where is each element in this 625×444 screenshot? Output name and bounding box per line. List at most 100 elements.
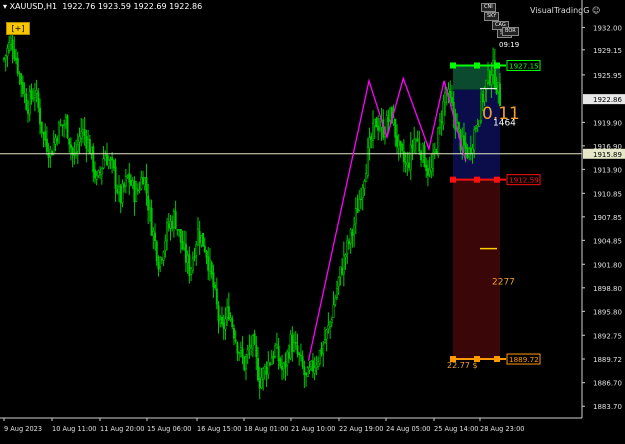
candle-body	[90, 146, 93, 155]
candle-body	[306, 367, 309, 377]
time-tick-label: 24 Aug 05:00	[386, 425, 430, 433]
candle-body	[167, 223, 170, 229]
candle-body	[389, 107, 392, 121]
candle-body	[433, 149, 436, 153]
candle-body	[136, 189, 139, 192]
entry-handle	[450, 176, 456, 183]
time-tick-label: 25 Aug 14:00	[434, 425, 478, 433]
candle-body	[322, 344, 325, 354]
candle-body	[33, 94, 36, 98]
candle-body	[143, 177, 146, 187]
candle-body	[104, 155, 107, 161]
take-profit-handle	[450, 62, 456, 69]
candle-body	[294, 341, 297, 345]
candle-body	[244, 356, 247, 370]
candle-body	[171, 221, 174, 229]
candle-body	[344, 254, 347, 258]
candle-body	[317, 361, 320, 367]
candle-body	[263, 366, 266, 372]
candle-body	[423, 145, 426, 168]
candle-body	[217, 305, 220, 321]
candle-body	[301, 356, 304, 368]
candle-body	[200, 235, 203, 246]
candle-body	[318, 350, 321, 364]
candle-body	[354, 208, 357, 224]
panel-button-1[interactable]: CNI	[481, 3, 496, 12]
chart-canvas[interactable]: 0.111927.151912.591889.721464227722.77 $…	[0, 0, 625, 440]
candle-body	[356, 208, 359, 213]
candle-body	[281, 365, 284, 370]
candle-body	[471, 148, 474, 154]
price-tick-label: 1919.90	[593, 119, 622, 127]
candle-body	[25, 94, 28, 110]
candle-body	[8, 42, 11, 51]
candle-body	[474, 127, 477, 129]
candle-body	[353, 224, 356, 235]
candle-body	[112, 160, 115, 169]
candle-body	[56, 138, 59, 142]
candle-body	[274, 345, 277, 357]
candle-body	[447, 88, 450, 94]
candle-body	[378, 128, 381, 130]
panel-button-2[interactable]: SKY	[484, 12, 500, 21]
candle-body	[214, 284, 217, 289]
candle-body	[123, 183, 126, 188]
candle-body	[232, 328, 235, 339]
candle-body	[44, 131, 47, 141]
candle-body	[305, 372, 308, 376]
candle-body	[498, 83, 501, 106]
expand-panel-button[interactable]: [+]	[6, 22, 30, 35]
price-tick-label: 1901.80	[593, 261, 622, 269]
candle-body	[366, 146, 369, 177]
price-tick-label: 1925.95	[593, 72, 622, 80]
candle-body	[464, 142, 467, 149]
panel-button-5[interactable]: BOR	[502, 27, 519, 36]
smiley-icon: ☺	[591, 6, 601, 15]
candle-body	[411, 144, 414, 149]
candle-body	[462, 135, 465, 145]
brand-label: VisualTradingG ☺	[530, 6, 600, 15]
candle-body	[68, 138, 71, 145]
candle-body	[284, 361, 287, 368]
candle-body	[425, 164, 428, 171]
candle-body	[15, 58, 18, 61]
candle-body	[368, 137, 371, 149]
candle-body	[438, 119, 441, 128]
price-tick-label: 1898.80	[593, 285, 622, 293]
candle-body	[349, 229, 352, 244]
candle-body	[166, 222, 169, 241]
candle-body	[162, 251, 165, 261]
candle-body	[488, 71, 491, 84]
candle-body	[490, 75, 493, 85]
candle-body	[409, 144, 412, 170]
candle-body	[440, 121, 443, 123]
candle-body	[246, 349, 249, 356]
candle-body	[430, 167, 433, 172]
candle-body	[88, 139, 91, 155]
candle-body	[497, 82, 500, 93]
candle-body	[124, 176, 127, 187]
candle-body	[299, 354, 302, 357]
candle-body	[361, 187, 364, 198]
candle-body	[392, 117, 395, 125]
candle-body	[418, 142, 421, 152]
candle-body	[92, 146, 95, 173]
price-tick-label: 1910.85	[593, 190, 622, 198]
candle-body	[257, 358, 260, 381]
candle-body	[267, 361, 270, 375]
candle-body	[486, 69, 489, 83]
sl-points-label: 2277	[492, 278, 515, 288]
price-tick-label: 1889.72	[593, 356, 622, 364]
candle-body	[176, 228, 179, 231]
candle-body	[399, 140, 402, 146]
candle-body	[394, 118, 397, 138]
candle-body	[342, 254, 345, 275]
price-chart[interactable]: 0.11 1927.15 1912.59 1889.72 1464 2277 22.77 $…	[0, 0, 625, 440]
candle-body	[251, 335, 254, 349]
candle-body	[250, 345, 253, 347]
symbol-label: XAUUSD,H1	[9, 2, 58, 11]
sl-money-label: 22.77 $	[447, 361, 478, 370]
candle-body	[114, 166, 117, 189]
candle-body	[334, 297, 337, 305]
candle-body	[102, 158, 105, 169]
